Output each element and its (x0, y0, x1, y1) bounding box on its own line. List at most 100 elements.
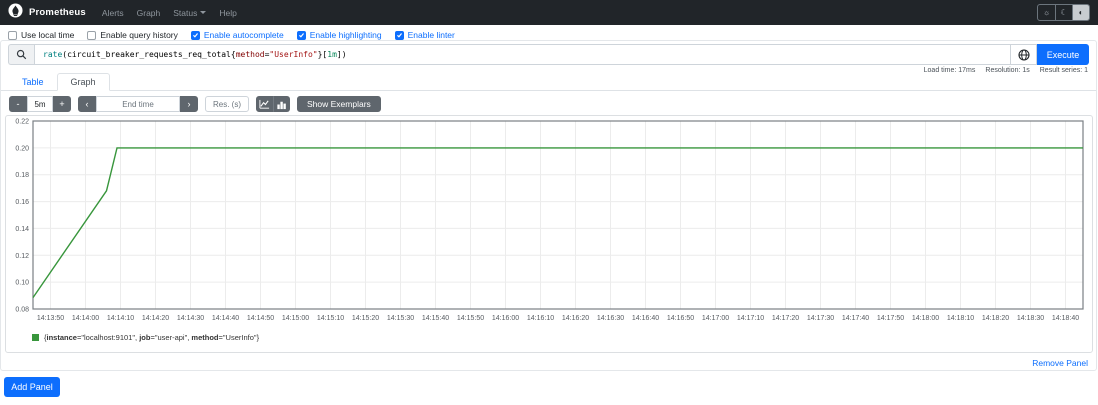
x-tick-label: 14:16:20 (562, 315, 589, 322)
prometheus-logo-icon (8, 2, 23, 23)
navbar: Prometheus Alerts Graph Status Help ☼ ☾ … (0, 0, 1098, 25)
query-input-group: rate(circuit_breaker_requests_req_total{… (8, 44, 1089, 65)
promql-token-str: "UserInfo" (269, 50, 318, 59)
tab-graph[interactable]: Graph (56, 73, 110, 91)
promql-token-dur: 1m (327, 50, 337, 59)
option-enable-autocomplete[interactable]: Enable autocomplete (190, 30, 284, 40)
x-tick-label: 14:18:30 (1017, 315, 1044, 322)
nav-links: Alerts Graph Status Help (102, 8, 1037, 18)
checkbox-unchecked-icon[interactable] (87, 30, 97, 40)
option-enable-query-history[interactable]: Enable query history (87, 30, 178, 40)
load-time: Load time: 17ms (923, 67, 976, 74)
promql-token-metric: circuit_breaker_requests_req_total (67, 50, 231, 59)
y-tick-label: 0.12 (15, 253, 29, 260)
resolution-input[interactable] (205, 96, 249, 112)
x-tick-label: 14:16:00 (492, 315, 519, 322)
y-tick-label: 0.10 (15, 280, 29, 287)
checkbox-unchecked-icon[interactable] (8, 30, 17, 40)
x-tick-label: 14:15:30 (387, 315, 414, 322)
search-addon (8, 44, 34, 65)
theme-dark-button[interactable]: ☾ (1055, 5, 1072, 20)
x-tick-label: 14:14:20 (142, 315, 169, 322)
brand[interactable]: Prometheus (8, 2, 86, 23)
graph-controls: - + ‹ › (9, 96, 381, 112)
nav-link-status[interactable]: Status (173, 8, 207, 18)
promql-token-fn: rate (43, 50, 63, 59)
zoom-in-button[interactable]: + (53, 96, 71, 112)
next-time-button[interactable]: › (180, 96, 198, 112)
option-use-local-time[interactable]: Use local time (8, 30, 74, 40)
x-tick-label: 14:14:00 (72, 315, 99, 322)
x-tick-label: 14:18:00 (912, 315, 939, 322)
x-tick-label: 14:14:50 (247, 315, 274, 322)
y-tick-label: 0.22 (15, 119, 29, 126)
legend-label-name: instance (46, 333, 77, 342)
resolution: Resolution: 1s (985, 67, 1030, 74)
nav-link-alerts-label: Alerts (101, 7, 124, 18)
panel-tabs: Table Graph (1, 73, 1096, 91)
legend-label-name: job (139, 333, 151, 342)
range-input[interactable] (27, 96, 53, 112)
legend-label-name: method (191, 333, 219, 342)
checkbox-checked-icon[interactable] (190, 30, 200, 40)
promql-token-label: method (235, 50, 265, 59)
theme-auto-button[interactable]: ◐ (1072, 5, 1089, 20)
result-series: Result series: 1 (1039, 67, 1088, 74)
checkbox-checked-icon[interactable] (296, 30, 306, 40)
y-tick-label: 0.08 (15, 307, 29, 314)
legend-label-value: ="user-api", (150, 333, 192, 342)
option-label: Enable autocomplete (203, 30, 284, 40)
x-tick-label: 14:17:20 (772, 315, 799, 322)
query-expression-input[interactable]: rate(circuit_breaker_requests_req_total{… (34, 44, 1011, 65)
line-chart-icon (259, 99, 270, 109)
nav-link-graph-label: Graph (136, 7, 161, 18)
x-tick-label: 14:16:30 (597, 315, 624, 322)
execute-button[interactable]: Execute (1037, 44, 1089, 65)
x-tick-label: 14:16:10 (527, 315, 554, 322)
add-panel-button[interactable]: Add Panel (4, 377, 60, 397)
query-stats: Load time: 17ms Resolution: 1s Result se… (924, 67, 1088, 74)
x-tick-label: 14:15:00 (282, 315, 309, 322)
range-group: - + (9, 96, 71, 112)
x-tick-label: 14:15:40 (422, 315, 449, 322)
legend-label-value: ="localhost:9101", (76, 333, 140, 342)
x-tick-label: 14:17:10 (737, 315, 764, 322)
metrics-explorer-button[interactable] (1011, 44, 1037, 65)
prometheus-page: Prometheus Alerts Graph Status Help ☼ ☾ … (0, 0, 1098, 405)
theme-light-button[interactable]: ☼ (1038, 5, 1055, 20)
option-label: Enable highlighting (309, 30, 382, 40)
x-tick-label: 14:14:30 (177, 315, 204, 322)
option-enable-linter[interactable]: Enable linter (394, 30, 455, 40)
legend-label-value: ="UserInfo"} (218, 333, 260, 342)
line-chart-toggle-button[interactable] (256, 96, 273, 112)
sun-icon: ☼ (1042, 8, 1051, 17)
option-label: Enable linter (407, 30, 455, 40)
stacked-chart-toggle-button[interactable] (273, 96, 290, 112)
legend-item[interactable]: {instance="localhost:9101", job="user-ap… (32, 333, 259, 342)
nav-link-help-label: Help (219, 7, 237, 18)
promql-token-paren: ) (341, 50, 347, 59)
option-enable-highlighting[interactable]: Enable highlighting (296, 30, 382, 40)
x-tick-label: 14:17:00 (702, 315, 729, 322)
x-tick-label: 14:18:20 (982, 315, 1009, 322)
graph-container: 0.22 0.20 0.18 0.16 0.14 0.12 0.10 0.08 14:13:50… (5, 115, 1093, 353)
line-chart[interactable]: 0.22 0.20 0.18 0.16 0.14 0.12 0.10 0.08 14:13:50… (7, 118, 1091, 324)
end-time-input[interactable] (96, 96, 180, 112)
tab-table[interactable]: Table (9, 74, 57, 90)
y-tick-label: 0.20 (15, 145, 29, 152)
show-exemplars-button[interactable]: Show Exemplars (297, 96, 381, 112)
prev-time-button[interactable]: ‹ (78, 96, 96, 112)
moon-icon: ☾ (1060, 8, 1068, 17)
x-tick-label: 14:17:50 (877, 315, 904, 322)
nav-link-help[interactable]: Help (219, 8, 236, 18)
zoom-out-button[interactable]: - (9, 96, 27, 112)
remove-panel-link[interactable]: Remove Panel (1032, 358, 1088, 368)
x-tick-label: 14:16:40 (632, 315, 659, 322)
x-tick-label: 14:15:20 (352, 315, 379, 322)
legend-swatch (32, 334, 39, 341)
checkbox-checked-icon[interactable] (394, 30, 404, 40)
end-time-group: ‹ › (78, 96, 198, 112)
nav-link-graph[interactable]: Graph (137, 8, 161, 18)
search-icon (16, 49, 27, 60)
nav-link-alerts[interactable]: Alerts (102, 8, 124, 18)
